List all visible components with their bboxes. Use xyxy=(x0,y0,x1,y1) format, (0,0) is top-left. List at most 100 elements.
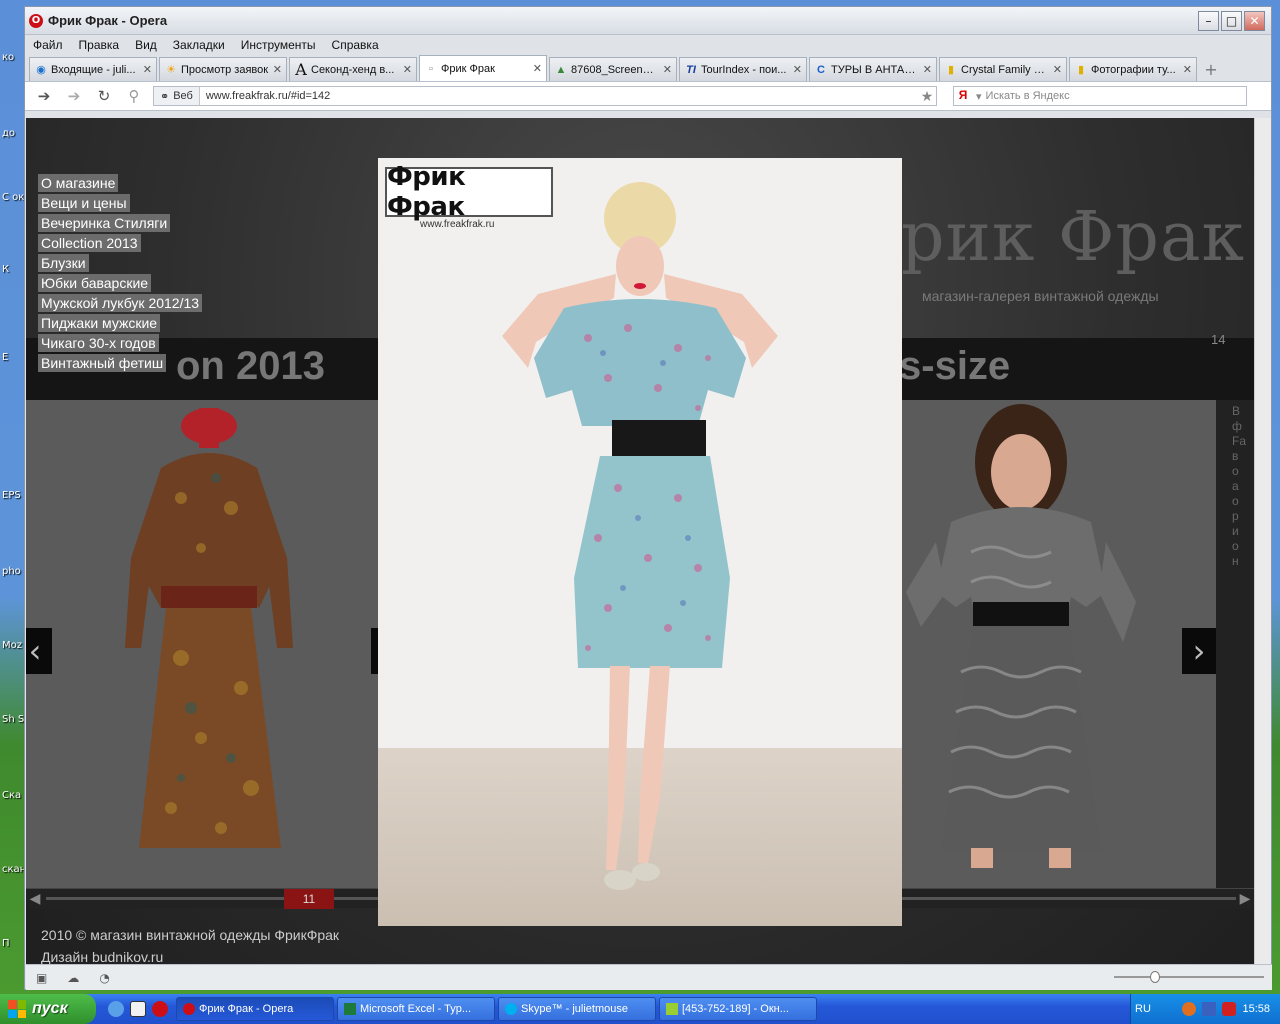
bookmark-icon: ▮ xyxy=(1077,64,1085,76)
footer-design[interactable]: Дизайн budnikov.ru xyxy=(41,946,339,964)
search-field[interactable]: Я ▾ Искать в Яндекс xyxy=(953,86,1247,106)
opera-icon[interactable] xyxy=(152,1001,168,1017)
plus-size-dress-image[interactable] xyxy=(901,392,1141,882)
menu-bar: Файл Правка Вид Закладки Инструменты Спр… xyxy=(25,35,1271,55)
tab-close-icon[interactable]: ✕ xyxy=(1183,63,1192,76)
desktop-icon[interactable]: EPS xyxy=(2,490,24,501)
desktop-icon[interactable]: К xyxy=(2,264,24,275)
speed-dial-icon[interactable]: ◔ xyxy=(99,971,109,985)
tab-screenshot[interactable]: ▲ 87608_ScreenS... ✕ xyxy=(549,57,677,81)
new-tab-button[interactable]: + xyxy=(1199,57,1223,81)
task-opera[interactable]: Фрик Фрак - Opera xyxy=(176,997,334,1021)
desktop-icon[interactable]: П xyxy=(2,938,24,949)
nav-blouses[interactable]: Блузки xyxy=(38,254,89,272)
clock[interactable]: 15:58 xyxy=(1242,1003,1270,1015)
panel-toggle-icon[interactable]: ▣ xyxy=(36,971,47,985)
network-icon[interactable] xyxy=(1202,1002,1217,1016)
tab-tours-antalya[interactable]: C ТУРЫ В АНТАЛ... ✕ xyxy=(809,57,937,81)
menu-edit[interactable]: Правка xyxy=(79,38,120,52)
tab-inbox[interactable]: ◉ Входящие - juli... ✕ xyxy=(29,57,157,81)
tab-close-icon[interactable]: ✕ xyxy=(793,63,802,76)
close-button[interactable]: ✕ xyxy=(1244,10,1265,31)
tab-crystal-family[interactable]: ▮ Crystal Family R... ✕ xyxy=(939,57,1067,81)
url-field[interactable]: ⚭ Веб www.freakfrak.ru/#id=142 ★ xyxy=(153,86,937,106)
maximize-button[interactable]: □ xyxy=(1221,10,1242,31)
desktop-icon[interactable]: скан xyxy=(2,864,24,875)
tab-second-hand[interactable]: A Секонд-хенд в... ✕ xyxy=(289,57,417,81)
nav-chicago-30s[interactable]: Чикаго 30-х годов xyxy=(38,334,159,352)
tab-requests[interactable]: ☀ Просмотр заявок ✕ xyxy=(159,57,287,81)
desktop-icon[interactable]: ко xyxy=(2,52,24,63)
nav-men-lookbook[interactable]: Мужской лукбук 2012/13 xyxy=(38,294,203,312)
back-arrow-icon[interactable]: ➔ xyxy=(33,85,55,107)
lightbox-photo[interactable]: Фрик Фрак www.freakfrak.ru xyxy=(378,158,902,926)
tab-close-icon[interactable]: ✕ xyxy=(1053,63,1062,76)
task-teamviewer[interactable]: [453-752-189] - Окн... xyxy=(659,997,817,1021)
chevron-down-icon[interactable]: ▾ xyxy=(976,90,982,103)
nav-stilyagi-party[interactable]: Вечеринка Стиляги xyxy=(38,214,171,232)
tray-back-icon[interactable] xyxy=(1182,1002,1197,1016)
task-excel[interactable]: Microsoft Excel - Typ... xyxy=(337,997,495,1021)
desktop-icon[interactable]: до xyxy=(2,128,24,139)
slider-next-arrow-icon[interactable]: › xyxy=(1182,628,1216,674)
start-button[interactable]: пуск xyxy=(0,994,96,1024)
desktop-icon[interactable]: Moz xyxy=(2,640,24,651)
nav-items-prices[interactable]: Вещи и цены xyxy=(38,194,130,212)
minimize-button[interactable]: – xyxy=(1198,10,1219,31)
desktop-icon[interactable]: С ок xyxy=(2,192,24,203)
yandex-icon[interactable]: Я xyxy=(954,88,972,104)
tab-close-icon[interactable]: ✕ xyxy=(143,63,152,76)
tab-label: TourIndex - пои... xyxy=(701,63,787,76)
menu-file[interactable]: Файл xyxy=(33,38,63,52)
url-text[interactable]: www.freakfrak.ru/#id=142 xyxy=(200,90,918,102)
refresh-c-icon: C xyxy=(817,63,825,76)
cloud-icon[interactable]: ☁ xyxy=(67,971,79,985)
tab-close-icon[interactable]: ✕ xyxy=(663,63,672,76)
menu-bookmarks[interactable]: Закладки xyxy=(173,38,225,52)
menu-help[interactable]: Справка xyxy=(332,38,379,52)
reload-icon[interactable]: ↻ xyxy=(93,85,115,107)
star-icon[interactable]: ★ xyxy=(918,88,936,105)
task-label: Skype™ - julietmouse xyxy=(521,1003,628,1015)
zoom-slider[interactable] xyxy=(1114,971,1264,983)
opera-icon xyxy=(183,1003,195,1015)
site-info-badge[interactable]: ⚭ Веб xyxy=(154,87,200,105)
desktop-icon[interactable]: pho xyxy=(2,566,24,577)
nav-about[interactable]: О магазине xyxy=(38,174,119,192)
forward-arrow-icon[interactable]: ➔ xyxy=(63,85,85,107)
tab-freakfrak[interactable]: ▫ Фрик Фрак ✕ xyxy=(419,55,547,81)
nav-bavarian-skirts[interactable]: Юбки баварские xyxy=(38,274,152,292)
menu-view[interactable]: Вид xyxy=(135,38,157,52)
key-icon[interactable]: ⚲ xyxy=(123,85,145,107)
vintage-dress-image[interactable] xyxy=(121,408,301,878)
tab-label: Входящие - juli... xyxy=(51,63,136,76)
menu-tools[interactable]: Инструменты xyxy=(241,38,316,52)
task-label: [453-752-189] - Окн... xyxy=(682,1003,789,1015)
system-tray: 15:58 xyxy=(1130,994,1280,1024)
task-skype[interactable]: Skype™ - julietmouse xyxy=(498,997,656,1021)
nav-collection-2013[interactable]: Collection 2013 xyxy=(38,234,141,252)
tab-close-icon[interactable]: ✕ xyxy=(923,63,932,76)
zoom-knob[interactable] xyxy=(1150,971,1160,983)
status-bar: ▣ ☁ ◔ xyxy=(26,964,1272,990)
pager-current[interactable]: 11 xyxy=(284,889,334,909)
tab-photos[interactable]: ▮ Фотографии ту... ✕ xyxy=(1069,57,1197,81)
tab-tourindex[interactable]: TI TourIndex - пои... ✕ xyxy=(679,57,807,81)
nav-men-jackets[interactable]: Пиджаки мужские xyxy=(38,314,161,332)
tab-close-icon[interactable]: ✕ xyxy=(533,62,542,75)
pager-prev-icon[interactable]: ◀ xyxy=(26,889,44,909)
desktop-icon[interactable]: Sh S xyxy=(2,714,24,725)
show-desktop-icon[interactable] xyxy=(130,1001,146,1017)
language-indicator[interactable]: RU xyxy=(1135,1003,1151,1015)
ie-icon[interactable] xyxy=(108,1001,124,1017)
pager-next-icon[interactable]: ▶ xyxy=(1236,889,1254,909)
antivirus-icon[interactable] xyxy=(1222,1002,1237,1016)
title-bar[interactable]: O Фрик Фрак - Opera – □ ✕ xyxy=(25,7,1271,35)
vertical-scrollbar[interactable] xyxy=(1254,118,1271,964)
nav-vintage-fetish[interactable]: Винтажный фетиш xyxy=(38,354,167,372)
desktop-icon[interactable]: Ска xyxy=(2,790,24,801)
tab-close-icon[interactable]: ✕ xyxy=(403,63,412,76)
tab-close-icon[interactable]: ✕ xyxy=(273,63,282,76)
slider-prev-arrow-icon[interactable]: ‹ xyxy=(26,628,52,674)
desktop-icon[interactable]: E xyxy=(2,352,24,363)
